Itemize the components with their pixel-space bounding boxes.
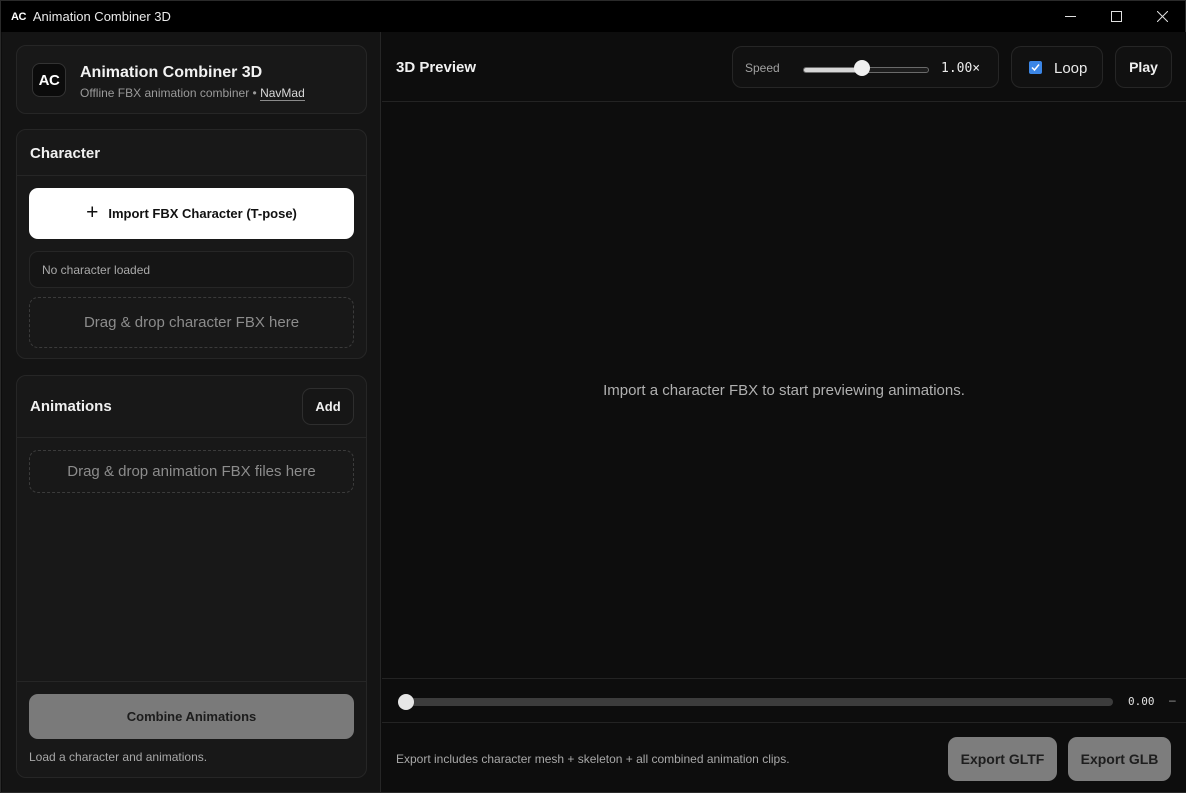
timeline: 0.00 –: [382, 678, 1186, 723]
maximize-button[interactable]: [1093, 1, 1139, 32]
brand-card: AC Animation Combiner 3D Offline FBX ani…: [16, 45, 367, 114]
close-button[interactable]: [1139, 1, 1185, 32]
close-icon: [1156, 11, 1168, 22]
loop-checkbox[interactable]: [1029, 61, 1042, 74]
speed-value: 1.00×: [941, 61, 981, 76]
title-bar: AC Animation Combiner 3D: [1, 1, 1185, 32]
viewport-empty-message: Import a character FBX to start previewi…: [603, 382, 965, 399]
loop-label: Loop: [1054, 60, 1088, 77]
plus-icon: +: [86, 200, 99, 224]
timeline-time: 0.00: [1128, 695, 1155, 708]
brand-title: Animation Combiner 3D: [80, 64, 263, 81]
combine-status-note: Load a character and animations.: [29, 750, 208, 764]
preview-panel: 3D Preview Speed 1.00× Loop Play Import …: [382, 32, 1186, 792]
combine-animations-button[interactable]: Combine Animations: [29, 694, 354, 739]
app-logo-icon: AC: [11, 10, 26, 23]
export-note: Export includes character mesh + skeleto…: [396, 752, 790, 766]
animation-drop-zone[interactable]: Drag & drop animation FBX files here: [29, 450, 354, 493]
preview-header: 3D Preview Speed 1.00× Loop Play: [382, 32, 1186, 102]
character-panel: Character + Import FBX Character (T-pose…: [16, 129, 367, 359]
import-character-label: Import FBX Character (T-pose): [108, 206, 297, 221]
window-title: Animation Combiner 3D: [32, 9, 171, 24]
app-window: AC Animation Combiner 3D AC Animation Co…: [0, 0, 1186, 793]
export-glb-button[interactable]: Export GLB: [1068, 737, 1171, 781]
brand-subtitle-text: Offline FBX animation combiner •: [80, 86, 257, 100]
character-drop-zone[interactable]: Drag & drop character FBX here: [29, 297, 354, 348]
speed-control: Speed 1.00×: [732, 46, 999, 88]
speed-slider-thumb[interactable]: [854, 60, 871, 76]
brand-subtitle: Offline FBX animation combiner • NavMad: [80, 86, 305, 101]
play-button[interactable]: Play: [1115, 46, 1172, 88]
timeline-track[interactable]: [403, 698, 1113, 706]
add-animation-button[interactable]: Add: [302, 388, 354, 425]
export-bar: Export includes character mesh + skeleto…: [382, 723, 1186, 792]
brand-logo-icon: AC: [32, 63, 66, 97]
speed-label: Speed: [745, 61, 780, 75]
animations-panel-header: Animations Add: [17, 376, 366, 438]
navmad-link[interactable]: NavMad: [260, 86, 305, 101]
minimize-icon: [1064, 16, 1076, 17]
character-panel-header: Character: [17, 130, 366, 176]
timeline-scrubber[interactable]: [398, 694, 414, 710]
import-character-button[interactable]: + Import FBX Character (T-pose): [29, 188, 354, 239]
animations-panel-title: Animations: [30, 398, 112, 415]
character-panel-title: Character: [30, 145, 101, 162]
character-status: No character loaded: [29, 251, 354, 288]
animations-footer: Combine Animations Load a character and …: [17, 681, 366, 777]
timeline-duration: –: [1169, 693, 1176, 707]
minimize-button[interactable]: [1047, 1, 1093, 32]
preview-title: 3D Preview: [396, 59, 477, 76]
maximize-icon: [1110, 11, 1122, 22]
loop-toggle[interactable]: Loop: [1011, 46, 1103, 88]
animations-panel: Animations Add Drag & drop animation FBX…: [16, 375, 367, 778]
window-controls: [1047, 1, 1185, 32]
export-gltf-button[interactable]: Export GLTF: [948, 737, 1057, 781]
3d-viewport[interactable]: Import a character FBX to start previewi…: [382, 103, 1186, 678]
sidebar: AC Animation Combiner 3D Offline FBX ani…: [2, 32, 381, 792]
checkmark-icon: [1031, 64, 1040, 72]
